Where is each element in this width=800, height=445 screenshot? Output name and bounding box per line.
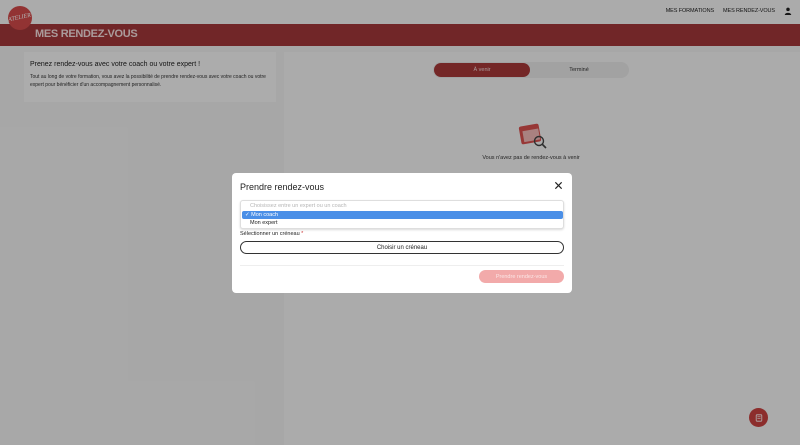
booking-modal: Prendre rendez-vous Choisissez entre un …	[232, 173, 572, 293]
modal-divider	[240, 265, 564, 266]
required-marker: *	[301, 231, 304, 237]
slot-label-text: Sélectionner un créneau	[240, 231, 300, 237]
advisor-option-placeholder: Choisissez entre un expert ou un coach	[250, 203, 347, 209]
choose-slot-button[interactable]: Choisir un créneau	[240, 241, 564, 254]
advisor-option-expert[interactable]: Mon expert	[242, 219, 563, 227]
close-icon[interactable]	[554, 181, 563, 190]
modal-title: Prendre rendez-vous	[240, 182, 325, 192]
submit-appointment-button[interactable]: Prendre rendez-vous	[479, 270, 564, 283]
slot-label: Sélectionner un créneau *	[240, 231, 303, 237]
advisor-option-coach[interactable]: ✓ Mon coach	[242, 211, 563, 219]
advisor-select-dropdown[interactable]: Choisissez entre un expert ou un coach ✓…	[240, 200, 564, 229]
